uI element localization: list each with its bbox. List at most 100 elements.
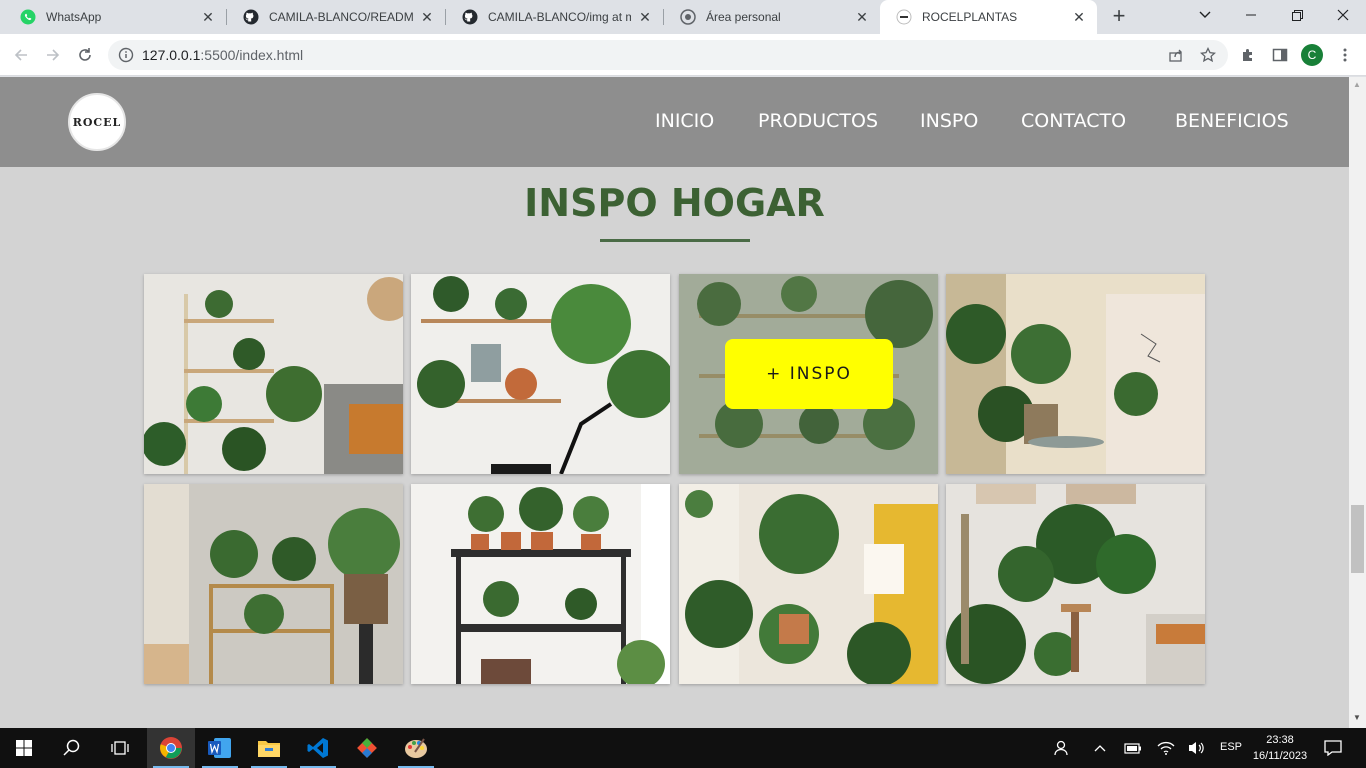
tab-strip: WhatsApp ✕ CAMILA-BLANCO/README.md ✕ CAM… xyxy=(0,0,1366,34)
close-icon[interactable]: ✕ xyxy=(419,9,435,25)
browser-toolbar: 127.0.0.1:5500/index.html C xyxy=(0,34,1366,76)
chevron-down-icon xyxy=(1199,11,1211,18)
site-logo[interactable]: ROCEL xyxy=(68,93,126,151)
wifi-icon[interactable] xyxy=(1156,738,1176,758)
page-viewport: ROCEL INICIO PRODUCTOS INSPO CONTACTO BE… xyxy=(0,77,1349,728)
inspo-photo[interactable] xyxy=(411,484,670,684)
system-clock[interactable]: 23:38 16/11/2023 xyxy=(1248,732,1312,764)
clock-time: 23:38 xyxy=(1266,734,1294,746)
tab-rocelplantas[interactable]: ROCELPLANTAS ✕ xyxy=(880,0,1097,34)
taskbar-chrome[interactable] xyxy=(147,728,195,768)
battery-icon[interactable] xyxy=(1123,738,1143,758)
side-panel-icon[interactable] xyxy=(1269,44,1291,66)
search-button[interactable] xyxy=(48,728,96,768)
inspo-photo[interactable] xyxy=(144,274,403,474)
nav-productos[interactable]: PRODUCTOS xyxy=(758,110,878,132)
close-icon[interactable]: ✕ xyxy=(1071,9,1087,25)
extensions-icon[interactable] xyxy=(1237,44,1259,66)
inspo-photo[interactable] xyxy=(411,274,670,474)
back-button[interactable] xyxy=(8,42,34,68)
logo-text: ROCEL xyxy=(72,115,122,129)
inspo-photo[interactable] xyxy=(144,484,403,684)
scroll-up-arrow-icon[interactable]: ▲ xyxy=(1353,80,1361,89)
taskbar-file-explorer[interactable] xyxy=(245,728,293,768)
taskbar-vscode[interactable] xyxy=(294,728,342,768)
speaker-icon[interactable] xyxy=(1186,738,1206,758)
windows-logo-icon xyxy=(16,740,32,756)
paint-palette-icon xyxy=(405,738,427,758)
github-icon xyxy=(462,9,478,25)
close-icon xyxy=(1337,9,1349,21)
task-view-button[interactable] xyxy=(96,728,144,768)
tab-search-button[interactable] xyxy=(1182,0,1228,30)
reload-button[interactable] xyxy=(72,42,98,68)
people-icon[interactable] xyxy=(1051,738,1071,758)
restore-icon xyxy=(1291,9,1303,21)
close-icon[interactable]: ✕ xyxy=(854,9,870,25)
task-view-icon xyxy=(111,741,129,755)
profile-avatar[interactable]: C xyxy=(1301,44,1323,66)
tab-title: ROCELPLANTAS xyxy=(922,10,1018,24)
clock-date: 16/11/2023 xyxy=(1252,750,1308,762)
tab-github-img[interactable]: CAMILA-BLANCO/img at main ✕ xyxy=(446,0,663,34)
scroll-down-arrow-icon[interactable]: ▼ xyxy=(1353,713,1361,722)
page-scrollbar[interactable]: ▲ ▼ xyxy=(1349,77,1366,728)
inspo-more-button[interactable]: + INSPO xyxy=(725,339,893,409)
taskbar-word[interactable] xyxy=(196,728,244,768)
tab-title: Área personal xyxy=(706,10,781,24)
github-icon xyxy=(243,9,259,25)
vscode-icon xyxy=(307,738,328,758)
nav-inspo[interactable]: INSPO xyxy=(920,110,978,132)
arrow-right-icon xyxy=(47,49,60,61)
address-bar[interactable]: 127.0.0.1:5500/index.html xyxy=(108,40,1228,70)
close-window-button[interactable] xyxy=(1320,0,1366,30)
language-indicator[interactable]: ESP xyxy=(1220,741,1242,753)
close-icon[interactable]: ✕ xyxy=(637,9,653,25)
minimize-button[interactable] xyxy=(1228,0,1274,30)
url-path: :5500/index.html xyxy=(200,47,304,63)
close-icon[interactable]: ✕ xyxy=(200,9,216,25)
notifications-icon[interactable] xyxy=(1323,738,1343,758)
tab-github-readme[interactable]: CAMILA-BLANCO/README.md ✕ xyxy=(227,0,445,34)
tab-title: CAMILA-BLANCO/README.md xyxy=(269,10,413,24)
chrome-icon xyxy=(160,737,182,759)
more-menu-icon[interactable] xyxy=(1334,44,1356,66)
tab-title: CAMILA-BLANCO/img at main xyxy=(488,10,631,24)
word-icon xyxy=(208,738,231,758)
restore-button[interactable] xyxy=(1274,0,1320,30)
scrollbar-thumb[interactable] xyxy=(1351,505,1364,573)
tab-area-personal[interactable]: Área personal ✕ xyxy=(664,0,880,34)
share-icon[interactable] xyxy=(1166,45,1186,65)
arrow-left-icon xyxy=(14,49,27,61)
reload-icon xyxy=(79,48,91,61)
taskbar-paint[interactable] xyxy=(392,728,440,768)
nav-contacto[interactable]: CONTACTO xyxy=(1021,110,1126,132)
inspo-photo[interactable] xyxy=(946,484,1205,684)
git-icon xyxy=(357,738,377,758)
new-tab-button[interactable]: + xyxy=(1106,5,1132,29)
star-icon[interactable] xyxy=(1198,45,1218,65)
info-icon[interactable] xyxy=(118,47,134,63)
chevron-up-icon[interactable] xyxy=(1090,738,1110,758)
nav-beneficios[interactable]: BENEFICIOS xyxy=(1175,110,1289,132)
start-button[interactable] xyxy=(0,728,48,768)
minimize-icon xyxy=(1246,14,1256,16)
url-host: 127.0.0.1 xyxy=(142,47,201,63)
taskbar-git[interactable] xyxy=(343,728,391,768)
nav-inicio[interactable]: INICIO xyxy=(655,110,714,132)
moodle-icon xyxy=(680,9,696,25)
section-title: INSPO HOGAR xyxy=(524,181,825,225)
tab-title: WhatsApp xyxy=(46,10,102,24)
folder-icon xyxy=(258,741,280,757)
tab-whatsapp[interactable]: WhatsApp ✕ xyxy=(4,0,226,34)
rocel-favicon xyxy=(896,9,912,25)
inspo-photo[interactable] xyxy=(679,484,938,684)
search-icon xyxy=(63,739,80,756)
forward-button[interactable] xyxy=(40,42,66,68)
url-text: 127.0.0.1:5500/index.html xyxy=(142,47,303,63)
site-header: ROCEL INICIO PRODUCTOS INSPO CONTACTO BE… xyxy=(0,77,1349,167)
title-underline xyxy=(600,239,750,242)
windows-taskbar: ESP 23:38 16/11/2023 xyxy=(0,728,1366,768)
inspo-photo[interactable] xyxy=(946,274,1205,474)
whatsapp-icon xyxy=(20,9,36,25)
